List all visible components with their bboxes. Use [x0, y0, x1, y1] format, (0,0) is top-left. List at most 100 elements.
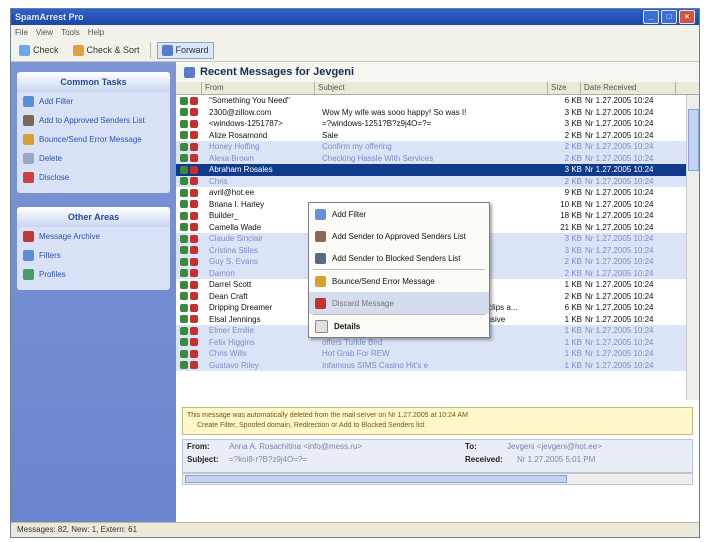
- message-row[interactable]: <windows-1251787> =?windows-1251?B?z9j4O=…: [176, 118, 687, 130]
- received-label: Received:: [465, 455, 503, 464]
- spam-flag-icon: [190, 165, 198, 174]
- spam-flag-icon: [190, 96, 198, 105]
- row-icons: [176, 96, 206, 105]
- ctx-add-blocked[interactable]: Add Sender to Blocked Senders List: [309, 247, 489, 269]
- bounce-icon: [23, 134, 34, 145]
- ctx-bounce[interactable]: Bounce/Send Error Message: [309, 270, 489, 292]
- archive-icon: [23, 231, 34, 242]
- check-all-button[interactable]: Check & Sort: [69, 43, 144, 58]
- message-row[interactable]: "Something You Need" 6 KB Nr 1.27.2005 10:…: [176, 95, 687, 107]
- subject-value: =?koi8-r?B?z9j4O=?=: [229, 455, 308, 464]
- subject-label: Subject:: [187, 455, 219, 464]
- message-row[interactable]: Alexa Brown Checking Hassle With Services…: [176, 152, 687, 164]
- row-icons: [176, 246, 206, 255]
- area-label: Filters: [39, 251, 61, 260]
- area-profiles[interactable]: Profiles: [17, 265, 170, 284]
- row-size: 1 KB: [564, 337, 582, 347]
- from-value: Anna A. Rosachitina <info@mess.ru>: [229, 442, 363, 451]
- area-filters[interactable]: Filters: [17, 246, 170, 265]
- ctx-discard[interactable]: Discard Message: [309, 292, 489, 314]
- status-icon: [180, 211, 188, 220]
- ctx-label: Bounce/Send Error Message: [332, 276, 435, 286]
- horizontal-scrollbar[interactable]: [182, 473, 693, 485]
- menu-help[interactable]: Help: [88, 28, 104, 37]
- approved-sender-icon: [315, 230, 326, 242]
- scroll-thumb[interactable]: [688, 109, 699, 171]
- messages-header: Recent Messages for Jevgeni: [176, 62, 699, 82]
- discard-icon: [315, 297, 326, 309]
- forward-button[interactable]: Forward: [156, 41, 214, 59]
- row-date: Nr 1.27.2005 10:24: [585, 222, 654, 232]
- message-row[interactable]: Chris 2 KB Nr 1.27.2005 10:24: [176, 175, 687, 187]
- row-from: 2300@zillow.com: [209, 107, 272, 117]
- message-row[interactable]: avril@hot.ee 9 KB Nr 1.27.2005 10:24: [176, 187, 687, 199]
- ctx-add-approved[interactable]: Add Sender to Approved Senders List: [309, 225, 489, 247]
- row-date: Nr 1.27.2005 10:24: [585, 268, 654, 278]
- task-delete[interactable]: Delete: [17, 149, 170, 168]
- menu-file[interactable]: File: [15, 28, 28, 37]
- row-subject: Hot Grab For REW: [322, 349, 390, 359]
- status-icon: [180, 349, 188, 358]
- row-size: 6 KB: [564, 303, 582, 313]
- message-row[interactable]: Abraham Rosales 3 KB Nr 1.27.2005 10:24: [176, 164, 687, 176]
- row-icons: [176, 280, 206, 289]
- message-row[interactable]: Honey Hoffing Confirm my offering 2 KB Nr 1…: [176, 141, 687, 153]
- row-size: 2 KB: [564, 291, 582, 301]
- column-icons[interactable]: [176, 82, 202, 94]
- hscroll-thumb[interactable]: [185, 475, 567, 483]
- column-date[interactable]: Date Received: [581, 82, 676, 94]
- message-row[interactable]: Chris Wills Hot Grab For REW 1 KB Nr 1.27.2…: [176, 348, 687, 360]
- row-date: Nr 1.27.2005 10:24: [585, 349, 654, 359]
- row-from: Camella Wade: [209, 222, 262, 232]
- spam-flag-icon: [190, 338, 198, 347]
- column-subject[interactable]: Subject: [315, 82, 548, 94]
- row-from: Alexa Brown: [209, 153, 254, 163]
- column-from[interactable]: From: [202, 82, 315, 94]
- vertical-scrollbar[interactable]: [686, 95, 699, 400]
- row-size: 3 KB: [564, 107, 582, 117]
- message-row[interactable]: Alize Rosamond Sale 2 KB Nr 1.27.2005 10:24: [176, 130, 687, 142]
- other-areas-title[interactable]: Other Areas: [17, 207, 170, 227]
- spam-flag-icon: [190, 361, 198, 370]
- profiles-icon: [23, 269, 34, 280]
- status-icon: [180, 119, 188, 128]
- minimize-button[interactable]: _: [643, 10, 659, 24]
- row-from: Chris Wills: [209, 349, 247, 359]
- task-add-approved[interactable]: Add to Approved Senders List: [17, 111, 170, 130]
- status-icon: [180, 280, 188, 289]
- status-icon: [180, 234, 188, 243]
- status-icon: [180, 200, 188, 209]
- row-from: Dripping Dreamer: [209, 303, 273, 313]
- task-bounce[interactable]: Bounce/Send Error Message: [17, 130, 170, 149]
- row-size: 1 KB: [564, 314, 582, 324]
- maximize-button[interactable]: □: [661, 10, 677, 24]
- row-date: Nr 1.27.2005 10:24: [585, 291, 654, 301]
- menu-view[interactable]: View: [36, 28, 53, 37]
- check-button[interactable]: Check: [15, 43, 63, 58]
- ctx-details[interactable]: Details: [309, 315, 489, 337]
- message-row[interactable]: Gustavo Riley Infamous SIMS Casino Hit's …: [176, 359, 687, 371]
- area-message-archive[interactable]: Message Archive: [17, 227, 170, 246]
- row-size: 1 KB: [564, 349, 582, 359]
- status-icon: [180, 108, 188, 117]
- row-date: Nr 1.27.2005 10:24: [585, 303, 654, 313]
- ctx-label: Add Sender to Blocked Senders List: [332, 253, 461, 263]
- spam-flag-icon: [190, 326, 198, 335]
- blocked-sender-icon: [315, 252, 326, 264]
- menu-tools[interactable]: Tools: [61, 28, 80, 37]
- ctx-add-filter[interactable]: Add Filter: [309, 203, 489, 225]
- row-date: Nr 1.27.2005 10:24: [585, 314, 654, 324]
- row-size: 2 KB: [564, 257, 582, 267]
- menu-bar: File View Tools Help: [11, 25, 699, 39]
- common-tasks-title[interactable]: Common Tasks: [17, 72, 170, 92]
- column-size[interactable]: Size: [548, 82, 581, 94]
- message-row[interactable]: Felix Higgins offers Turkle Bird 1 KB Nr 1.…: [176, 336, 687, 348]
- close-button[interactable]: ×: [679, 10, 695, 24]
- message-row[interactable]: 2300@zillow.com Wow My wife was sooo happ…: [176, 107, 687, 119]
- approved-sender-icon: [23, 115, 34, 126]
- delete-icon: [23, 153, 34, 164]
- spam-flag-icon: [190, 200, 198, 209]
- row-from: <windows-1251787>: [209, 119, 283, 129]
- task-add-filter[interactable]: Add Filter: [17, 92, 170, 111]
- task-disclose[interactable]: Disclose: [17, 168, 170, 187]
